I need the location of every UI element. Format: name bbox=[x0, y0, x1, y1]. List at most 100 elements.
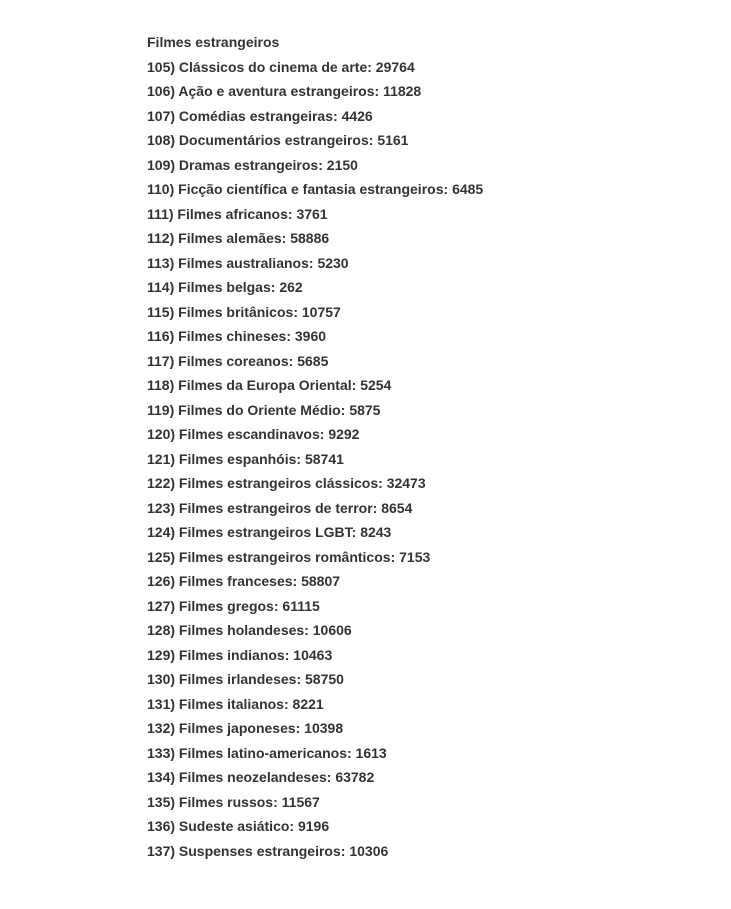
item-number: 110 bbox=[147, 181, 170, 197]
item-number: 125 bbox=[147, 549, 170, 565]
list-item: 114) Filmes belgas: 262 bbox=[147, 275, 731, 300]
item-number: 129 bbox=[147, 647, 170, 663]
list-item: 128) Filmes holandeses: 10606 bbox=[147, 618, 731, 643]
item-name: Filmes gregos bbox=[179, 598, 274, 614]
item-name: Filmes estrangeiros de terror bbox=[179, 500, 373, 516]
item-number: 113 bbox=[147, 255, 170, 271]
list-item: 124) Filmes estrangeiros LGBT: 8243 bbox=[147, 520, 731, 545]
item-code: 9196 bbox=[298, 818, 329, 834]
item-code: 2150 bbox=[327, 157, 358, 173]
item-name: Filmes holandeses bbox=[179, 622, 304, 638]
item-name: Documentários estrangeiros bbox=[179, 132, 369, 148]
item-code: 8243 bbox=[360, 524, 391, 540]
item-number: 119 bbox=[147, 402, 170, 418]
item-number: 108 bbox=[147, 132, 170, 148]
item-code: 8654 bbox=[381, 500, 412, 516]
item-number: 116 bbox=[147, 328, 170, 344]
item-code: 29764 bbox=[376, 59, 415, 75]
item-name: Filmes escandinavos bbox=[179, 426, 320, 442]
list-item: 121) Filmes espanhóis: 58741 bbox=[147, 447, 731, 472]
item-name: Filmes neozelandeses bbox=[179, 769, 327, 785]
list-item: 113) Filmes australianos: 5230 bbox=[147, 251, 731, 276]
item-name: Comédias estrangeiras bbox=[179, 108, 333, 124]
item-number: 111 bbox=[147, 206, 169, 222]
list-item: 115) Filmes britânicos: 10757 bbox=[147, 300, 731, 325]
item-name: Filmes britânicos bbox=[178, 304, 293, 320]
item-code: 7153 bbox=[399, 549, 430, 565]
list-item: 117) Filmes coreanos: 5685 bbox=[147, 349, 731, 374]
item-code: 5230 bbox=[317, 255, 348, 271]
item-number: 135 bbox=[147, 794, 170, 810]
item-number: 124 bbox=[147, 524, 170, 540]
item-name: Clássicos do cinema de arte bbox=[179, 59, 367, 75]
list-item: 105) Clássicos do cinema de arte: 29764 bbox=[147, 55, 731, 80]
item-name: Filmes indianos bbox=[179, 647, 285, 663]
list-item: 127) Filmes gregos: 61115 bbox=[147, 594, 731, 619]
item-code: 10398 bbox=[304, 720, 343, 736]
item-name: Filmes italianos bbox=[179, 696, 284, 712]
list-item: 110) Ficção científica e fantasia estran… bbox=[147, 177, 731, 202]
item-name: Ação e aventura estrangeiros bbox=[178, 83, 374, 99]
list-item: 122) Filmes estrangeiros clássicos: 3247… bbox=[147, 471, 731, 496]
item-name: Filmes coreanos bbox=[178, 353, 289, 369]
item-code: 58741 bbox=[305, 451, 344, 467]
list-item: 126) Filmes franceses: 58807 bbox=[147, 569, 731, 594]
list-item: 137) Suspenses estrangeiros: 10306 bbox=[147, 839, 731, 864]
item-code: 3761 bbox=[296, 206, 327, 222]
item-number: 105 bbox=[147, 59, 170, 75]
item-code: 4426 bbox=[342, 108, 373, 124]
item-number: 127 bbox=[147, 598, 170, 614]
list-item: 135) Filmes russos: 11567 bbox=[147, 790, 731, 815]
item-number: 118 bbox=[147, 377, 170, 393]
item-name: Filmes alemães bbox=[178, 230, 282, 246]
item-code: 5875 bbox=[349, 402, 380, 418]
item-code: 5161 bbox=[377, 132, 408, 148]
item-code: 58750 bbox=[305, 671, 344, 687]
item-number: 128 bbox=[147, 622, 170, 638]
item-number: 123 bbox=[147, 500, 170, 516]
item-name: Filmes latino-americanos bbox=[179, 745, 347, 761]
item-number: 107 bbox=[147, 108, 170, 124]
list-item: 108) Documentários estrangeiros: 5161 bbox=[147, 128, 731, 153]
item-name: Filmes estrangeiros clássicos bbox=[179, 475, 378, 491]
list-item: 130) Filmes irlandeses: 58750 bbox=[147, 667, 731, 692]
item-code: 9292 bbox=[328, 426, 359, 442]
item-name: Filmes espanhóis bbox=[179, 451, 296, 467]
list-item: 134) Filmes neozelandeses: 63782 bbox=[147, 765, 731, 790]
item-name: Filmes do Oriente Médio bbox=[178, 402, 341, 418]
item-number: 126 bbox=[147, 573, 170, 589]
list-item: 109) Dramas estrangeiros: 2150 bbox=[147, 153, 731, 178]
item-name: Filmes chineses bbox=[178, 328, 286, 344]
item-name: Filmes belgas bbox=[178, 279, 271, 295]
item-number: 130 bbox=[147, 671, 170, 687]
item-code: 10463 bbox=[293, 647, 332, 663]
list-item: 112) Filmes alemães: 58886 bbox=[147, 226, 731, 251]
list-item: 118) Filmes da Europa Oriental: 5254 bbox=[147, 373, 731, 398]
item-number: 122 bbox=[147, 475, 170, 491]
item-number: 131 bbox=[147, 696, 170, 712]
list-item: 133) Filmes latino-americanos: 1613 bbox=[147, 741, 731, 766]
item-code: 5685 bbox=[297, 353, 328, 369]
item-code: 11567 bbox=[282, 794, 320, 810]
item-number: 112 bbox=[147, 230, 170, 246]
item-code: 10306 bbox=[349, 843, 388, 859]
item-code: 61115 bbox=[282, 598, 319, 614]
list-item: 111) Filmes africanos: 3761 bbox=[147, 202, 731, 227]
item-number: 106 bbox=[147, 83, 170, 99]
item-name: Dramas estrangeiros bbox=[179, 157, 318, 173]
list-item: 107) Comédias estrangeiras: 4426 bbox=[147, 104, 731, 129]
item-code: 10757 bbox=[302, 304, 341, 320]
list-item: 120) Filmes escandinavos: 9292 bbox=[147, 422, 731, 447]
item-name: Filmes africanos bbox=[177, 206, 288, 222]
item-number: 109 bbox=[147, 157, 170, 173]
item-name: Sudeste asiático bbox=[179, 818, 290, 834]
item-code: 1613 bbox=[356, 745, 387, 761]
category-list: 105) Clássicos do cinema de arte: 297641… bbox=[147, 55, 731, 864]
item-code: 58886 bbox=[290, 230, 329, 246]
item-number: 136 bbox=[147, 818, 170, 834]
item-name: Filmes australianos bbox=[178, 255, 309, 271]
list-item: 116) Filmes chineses: 3960 bbox=[147, 324, 731, 349]
list-item: 136) Sudeste asiático: 9196 bbox=[147, 814, 731, 839]
item-number: 121 bbox=[147, 451, 170, 467]
item-name: Filmes da Europa Oriental bbox=[178, 377, 352, 393]
